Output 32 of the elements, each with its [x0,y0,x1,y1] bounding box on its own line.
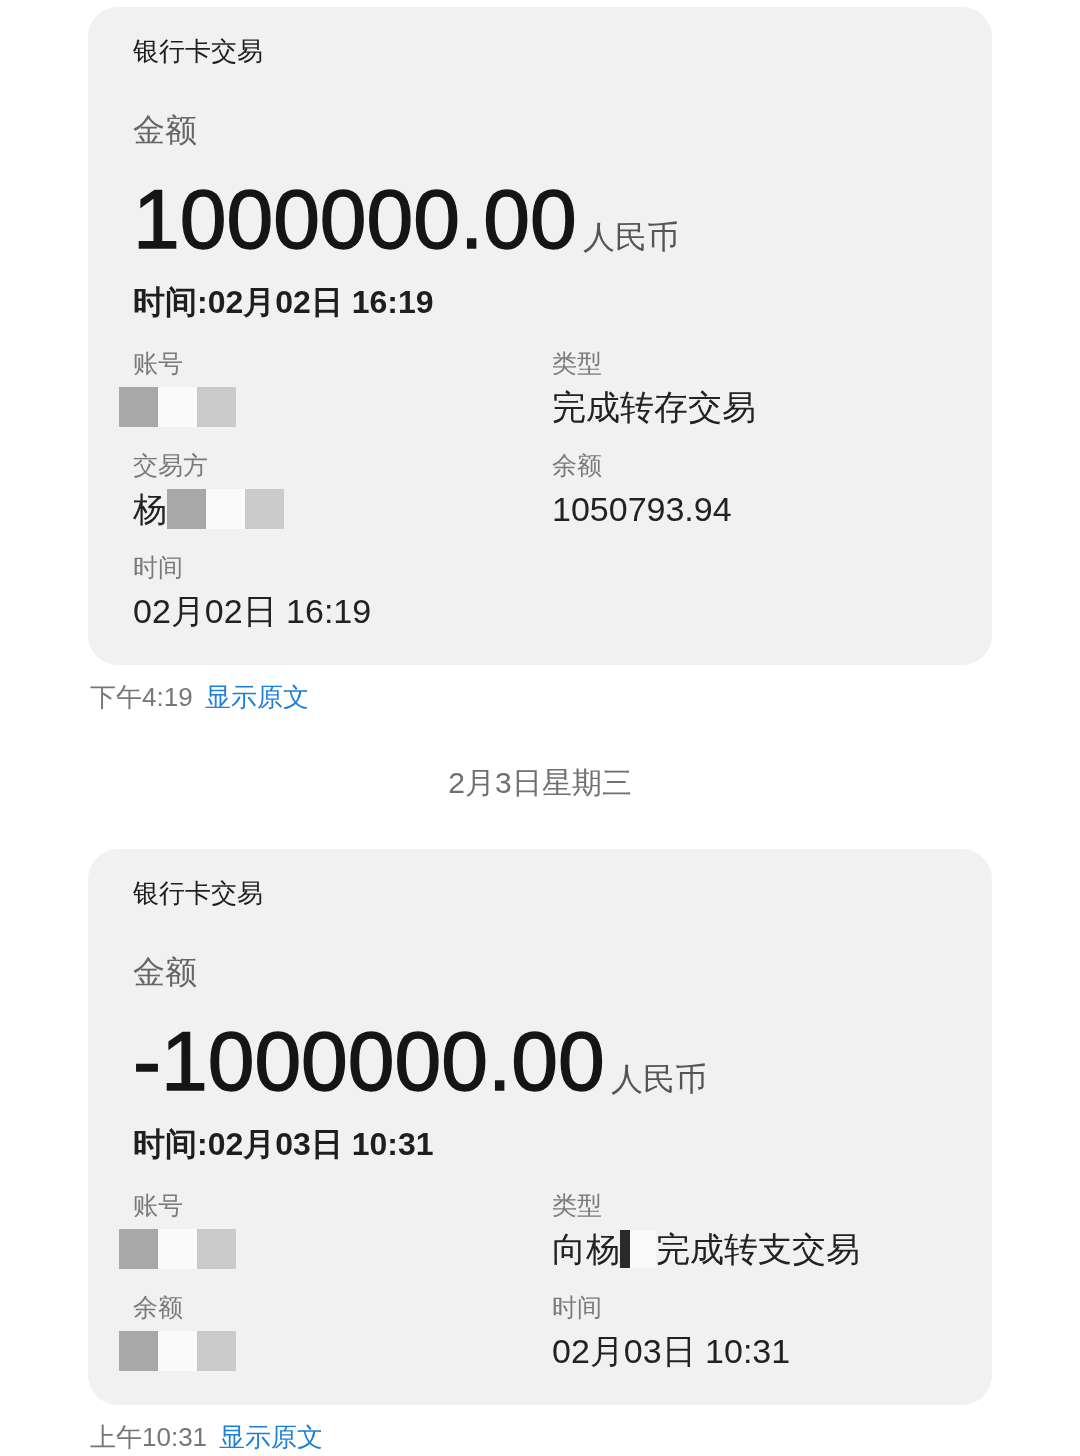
field-value: 完成转存交易 [552,387,756,428]
field-value: 完成转支交易 [656,1229,860,1270]
currency-label: 人民币 [582,218,679,257]
card-title: 银行卡交易 [133,877,263,909]
transaction-time: 时间:02月03日 10:31 [133,1125,434,1164]
field-value: 向杨 [552,1229,620,1270]
field-label: 类型 [552,348,602,378]
field-label: 余额 [552,450,602,480]
amount-value: 1000000.00 [133,171,577,267]
card-title: 银行卡交易 [133,35,263,67]
amount-value: -1000000.00 [133,1013,605,1109]
field-label: 余额 [133,1292,183,1322]
show-original-link[interactable]: 显示原文 [219,1421,324,1453]
amount-label: 金额 [133,111,197,150]
redacted-block [620,1230,656,1268]
field-label: 账号 [133,1190,183,1220]
field-label: 账号 [133,348,183,378]
message-time: 下午4:19 [90,681,193,713]
currency-label: 人民币 [610,1060,707,1099]
field-value: 杨 [133,489,167,530]
field-value: 02月03日 10:31 [552,1331,791,1372]
message-time: 上午10:31 [90,1421,208,1453]
field-label: 时间 [133,552,183,582]
date-divider: 2月3日星期三 [448,765,632,801]
field-label: 时间 [552,1292,602,1322]
transaction-time: 时间:02月02日 16:19 [133,283,434,322]
show-original-link[interactable]: 显示原文 [204,681,309,713]
field-value: 02月02日 16:19 [133,591,372,632]
field-label: 类型 [552,1190,602,1220]
amount-label: 金额 [133,953,197,992]
field-label: 交易方 [133,450,208,480]
field-value: 1050793.94 [552,489,732,530]
